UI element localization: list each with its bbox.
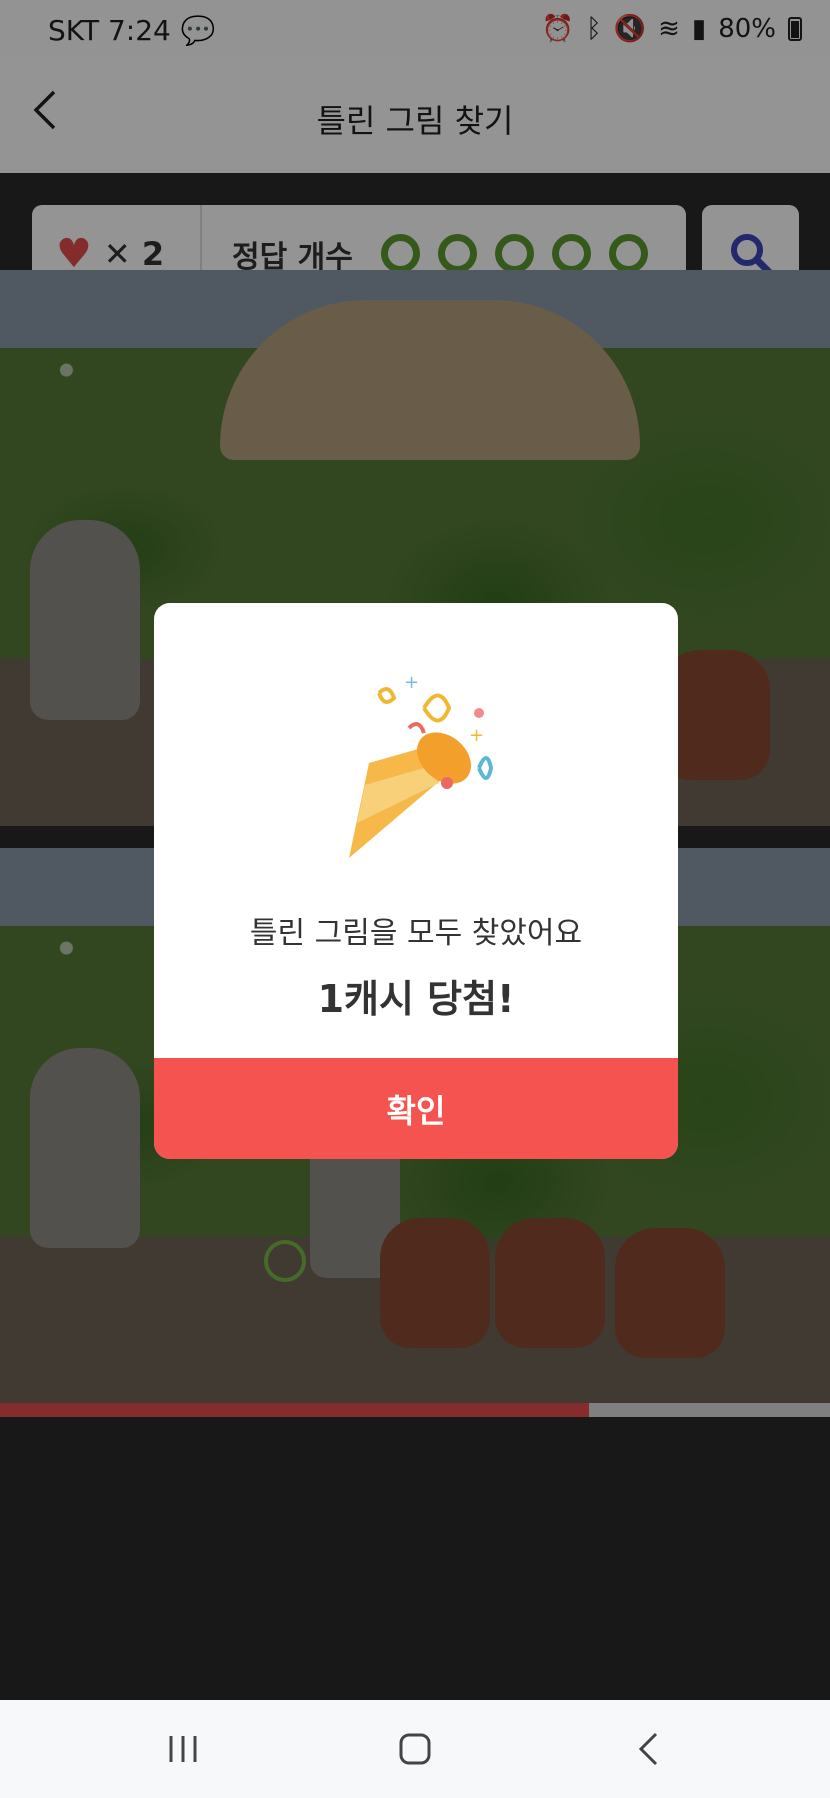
back-icon	[638, 1732, 658, 1766]
party-popper-icon: + +	[349, 672, 494, 858]
system-nav-bar	[0, 1700, 830, 1798]
success-modal: + + 틀린 그림을 모두 찾았어요 1캐시 당첨! 확인	[154, 603, 678, 1159]
modal-prize: 1캐시 당첨!	[317, 977, 515, 1021]
svg-text:+: +	[404, 673, 419, 693]
party-popper-illustration: + +	[329, 672, 509, 863]
modal-message: 틀린 그림을 모두 찾았어요	[249, 916, 583, 951]
recent-apps-icon	[169, 1736, 197, 1762]
confirm-button[interactable]: 확인	[154, 1058, 678, 1159]
svg-text:+: +	[469, 725, 484, 746]
home-icon	[399, 1733, 431, 1765]
system-back-button[interactable]	[618, 1726, 678, 1772]
home-button[interactable]	[385, 1726, 445, 1772]
recent-apps-button[interactable]	[153, 1726, 213, 1772]
